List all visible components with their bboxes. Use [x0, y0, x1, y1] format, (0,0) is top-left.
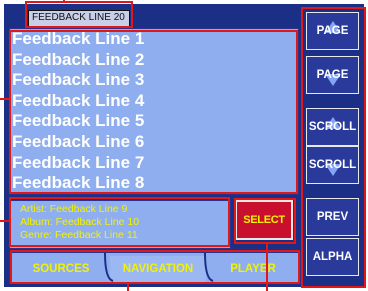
list-item[interactable]: Feedback Line 6 — [10, 132, 298, 153]
annotation-leader-line — [127, 284, 129, 291]
tab-divider — [104, 253, 114, 282]
scroll-down-button[interactable]: SCROLL — [306, 146, 359, 184]
scroll-up-button[interactable]: SCROLL — [306, 108, 359, 146]
album-text: Album: Feedback Line 10 — [20, 216, 140, 228]
tab-sources-label: SOURCES — [32, 263, 90, 275]
list-item[interactable]: Feedback Line 1 — [10, 29, 298, 50]
select-button-label: SELECT — [243, 214, 285, 226]
prev-button[interactable]: PREV — [306, 198, 359, 236]
tab-divider — [204, 253, 214, 282]
genre-text: Genre: Feedback Line 11 — [20, 229, 138, 241]
feedback-list[interactable]: Feedback Line 1 Feedback Line 2 Feedback… — [9, 28, 299, 195]
tab-player-label: PLAYER — [230, 263, 276, 275]
list-item[interactable]: Feedback Line 4 — [10, 91, 298, 112]
list-item[interactable]: Feedback Line 3 — [10, 70, 298, 91]
list-item[interactable]: Feedback Line 5 — [10, 111, 298, 132]
tab-navigation[interactable]: NAVIGATION — [110, 256, 206, 282]
scroll-up-label: SCROLL — [308, 121, 357, 133]
scroll-down-label: SCROLL — [308, 159, 357, 171]
tab-sources[interactable]: SOURCES — [16, 256, 106, 282]
alpha-label: ALPHA — [312, 251, 353, 263]
annotation-leader-line — [266, 244, 268, 291]
annotation-leader-line — [63, 0, 65, 3]
annotation-leader-line — [0, 98, 10, 100]
feedback-title-label: FEEDBACK LINE 20 — [32, 12, 125, 23]
list-item[interactable]: Feedback Line 2 — [10, 50, 298, 71]
annotation-leader-line — [0, 220, 10, 222]
prev-label: PREV — [316, 211, 349, 223]
select-button[interactable]: SELECT — [235, 200, 293, 240]
feedback-title-tab: FEEDBACK LINE 20 — [28, 10, 130, 27]
alpha-button[interactable]: ALPHA — [306, 238, 359, 276]
page-down-label: PAGE — [316, 69, 349, 81]
artist-text: Artist: Feedback Line 9 — [20, 203, 128, 215]
list-item[interactable]: Feedback Line 8 — [10, 173, 298, 194]
page-up-button[interactable]: PAGE — [306, 12, 359, 50]
page-down-button[interactable]: PAGE — [306, 56, 359, 94]
list-item[interactable]: Feedback Line 7 — [10, 153, 298, 174]
page-up-label: PAGE — [316, 25, 349, 37]
tab-bar: SOURCES NAVIGATION PLAYER — [9, 252, 301, 284]
tab-player[interactable]: PLAYER — [210, 256, 296, 282]
now-playing-info: Artist: Feedback Line 9 Album: Feedback … — [9, 200, 231, 249]
tab-navigation-label: NAVIGATION — [122, 263, 194, 275]
